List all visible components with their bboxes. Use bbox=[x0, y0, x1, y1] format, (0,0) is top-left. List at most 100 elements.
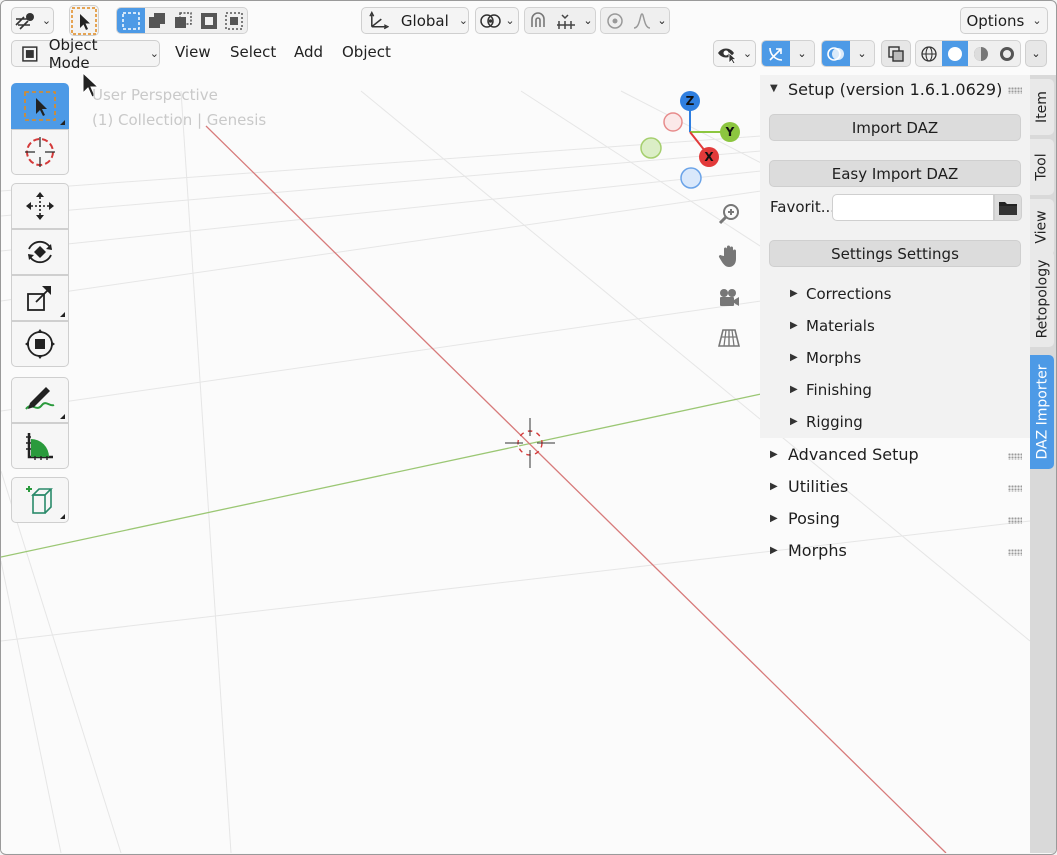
viewport-collection-info: (1) Collection | Genesis bbox=[92, 111, 267, 129]
camera-icon[interactable] bbox=[716, 285, 742, 311]
select-tool-mode-button[interactable] bbox=[69, 5, 99, 36]
select-new-icon[interactable] bbox=[117, 8, 145, 33]
expand-triangle-icon[interactable]: ▶ bbox=[790, 288, 798, 299]
rotate-icon bbox=[28, 240, 52, 264]
3d-viewport-icon bbox=[15, 12, 34, 30]
proportional-editing-group: ⌄ bbox=[600, 7, 670, 34]
expand-triangle-icon[interactable]: ▶ bbox=[790, 384, 798, 395]
transform-icon bbox=[25, 329, 55, 359]
wireframe-shading-icon[interactable] bbox=[916, 41, 942, 66]
easy-import-daz-button[interactable]: Easy Import DAZ bbox=[769, 160, 1021, 187]
tab-tool[interactable]: Tool bbox=[1030, 139, 1054, 195]
overlays-icon[interactable] bbox=[822, 41, 850, 66]
annotate-tool[interactable] bbox=[11, 377, 69, 423]
shading-options-dropdown[interactable]: ⌄ bbox=[1025, 40, 1047, 67]
snap-increment-icon[interactable] bbox=[551, 8, 581, 33]
snapping-group: ⌄ bbox=[524, 7, 596, 34]
chevron-down-icon[interactable]: ⌄ bbox=[655, 8, 669, 33]
snap-magnet-icon[interactable] bbox=[525, 8, 551, 33]
chevron-down-icon[interactable]: ⌄ bbox=[581, 8, 595, 33]
panel-drag-grip[interactable] bbox=[1008, 485, 1022, 492]
move-tool[interactable] bbox=[11, 183, 69, 229]
proportional-edit-icon[interactable] bbox=[601, 8, 629, 33]
menu-object[interactable]: Object bbox=[342, 43, 391, 65]
pan-hand-icon[interactable] bbox=[716, 243, 742, 269]
expand-triangle-icon[interactable]: ▶ bbox=[770, 545, 778, 556]
favorite-path-input[interactable] bbox=[832, 194, 994, 221]
xray-icon bbox=[888, 45, 904, 62]
chevron-down-icon: ⌄ bbox=[458, 14, 468, 27]
select-subtract-icon[interactable] bbox=[170, 8, 196, 33]
expand-triangle-icon[interactable]: ▶ bbox=[770, 481, 778, 492]
gizmo-toggle-icon[interactable] bbox=[762, 41, 790, 66]
falloff-curve-icon[interactable] bbox=[629, 8, 655, 33]
menu-select[interactable]: Select bbox=[230, 43, 276, 65]
chevron-down-icon[interactable]: ⌄ bbox=[790, 41, 814, 66]
chevron-down-icon: ⌄ bbox=[1032, 14, 1042, 27]
expand-triangle-icon[interactable]: ▶ bbox=[790, 416, 798, 427]
section-utilities[interactable]: Utilities bbox=[788, 477, 848, 496]
menu-view[interactable]: View bbox=[175, 43, 211, 65]
tab-retopology[interactable]: Retopology bbox=[1030, 251, 1054, 347]
rendered-shading-icon[interactable] bbox=[994, 41, 1020, 66]
section-morphs[interactable]: Morphs bbox=[788, 541, 847, 560]
section-advanced-setup[interactable]: Advanced Setup bbox=[788, 445, 919, 464]
subsection-materials[interactable]: Materials bbox=[806, 317, 875, 335]
zoom-icon[interactable] bbox=[716, 201, 742, 227]
cursor-tool[interactable] bbox=[11, 129, 69, 175]
expand-triangle-icon[interactable]: ▶ bbox=[790, 352, 798, 363]
subsection-morphs[interactable]: Morphs bbox=[806, 349, 861, 367]
select-extend-icon[interactable] bbox=[145, 8, 171, 33]
subsection-corrections[interactable]: Corrections bbox=[806, 285, 891, 303]
expand-triangle-icon[interactable]: ▶ bbox=[790, 320, 798, 331]
chevron-down-icon: ⌄ bbox=[1031, 47, 1041, 60]
measure-tool[interactable] bbox=[11, 423, 69, 469]
subsection-rigging[interactable]: Rigging bbox=[806, 413, 863, 431]
panel-drag-grip[interactable] bbox=[1008, 453, 1022, 460]
scale-tool[interactable] bbox=[11, 275, 69, 321]
panel-drag-grip[interactable] bbox=[1008, 517, 1022, 524]
import-daz-button[interactable]: Import DAZ bbox=[769, 114, 1021, 141]
rotate-tool[interactable] bbox=[11, 229, 69, 275]
gizmo-x-label: X bbox=[704, 150, 714, 164]
tab-daz-importer[interactable]: DAZ Importer bbox=[1030, 355, 1054, 469]
xray-toggle-button[interactable] bbox=[881, 40, 911, 67]
solid-shading-icon[interactable] bbox=[942, 41, 968, 66]
favorite-label: Favorit... bbox=[770, 198, 836, 216]
section-posing[interactable]: Posing bbox=[788, 509, 840, 528]
collapse-triangle-icon[interactable]: ▼ bbox=[770, 83, 778, 94]
tab-item[interactable]: Item bbox=[1030, 79, 1054, 135]
transform-orientation-dropdown[interactable]: Global ⌄ bbox=[361, 7, 469, 34]
material-preview-icon[interactable] bbox=[968, 41, 994, 66]
settings-button[interactable]: Settings Settings bbox=[769, 240, 1021, 267]
object-mode-dropdown[interactable]: Object Mode ⌄ bbox=[11, 36, 160, 72]
y-axis-line bbox=[1, 393, 762, 558]
setup-panel-title[interactable]: Setup (version 1.6.1.0629) bbox=[788, 80, 1002, 99]
chevron-down-icon[interactable]: ⌄ bbox=[850, 41, 874, 66]
transform-tool[interactable] bbox=[11, 321, 69, 367]
perspective-grid-icon[interactable] bbox=[716, 325, 742, 351]
panel-drag-grip[interactable] bbox=[1008, 87, 1022, 94]
select-box-tool[interactable] bbox=[11, 83, 69, 129]
panel-drag-grip[interactable] bbox=[1008, 549, 1022, 556]
select-intersect-icon[interactable] bbox=[221, 8, 247, 33]
gizmo-toggle-group: ⌄ bbox=[761, 40, 815, 67]
expand-triangle-icon[interactable]: ▶ bbox=[770, 513, 778, 524]
options-dropdown[interactable]: Options ⌄ bbox=[960, 7, 1048, 34]
object-mode-icon bbox=[22, 45, 38, 62]
select-invert-icon[interactable] bbox=[196, 8, 222, 33]
add-cube-tool[interactable] bbox=[11, 477, 69, 523]
folder-icon bbox=[999, 201, 1017, 215]
cursor-icon bbox=[25, 137, 55, 167]
navigation-gizmo[interactable]: Z Y X bbox=[631, 87, 751, 197]
tab-view[interactable]: View bbox=[1030, 199, 1054, 255]
chevron-down-icon: ⌄ bbox=[505, 14, 515, 27]
subsection-finishing[interactable]: Finishing bbox=[806, 381, 872, 399]
menu-add[interactable]: Add bbox=[294, 43, 323, 65]
setup-panel: ▼ Setup (version 1.6.1.0629) Import DAZ … bbox=[760, 75, 1030, 438]
editor-type-button[interactable]: ⌄ bbox=[11, 7, 54, 34]
visibility-dropdown[interactable]: ⌄ bbox=[713, 40, 756, 67]
pivot-point-dropdown[interactable]: ⌄ bbox=[475, 7, 519, 34]
folder-browse-button[interactable] bbox=[994, 194, 1022, 221]
expand-triangle-icon[interactable]: ▶ bbox=[770, 449, 778, 460]
